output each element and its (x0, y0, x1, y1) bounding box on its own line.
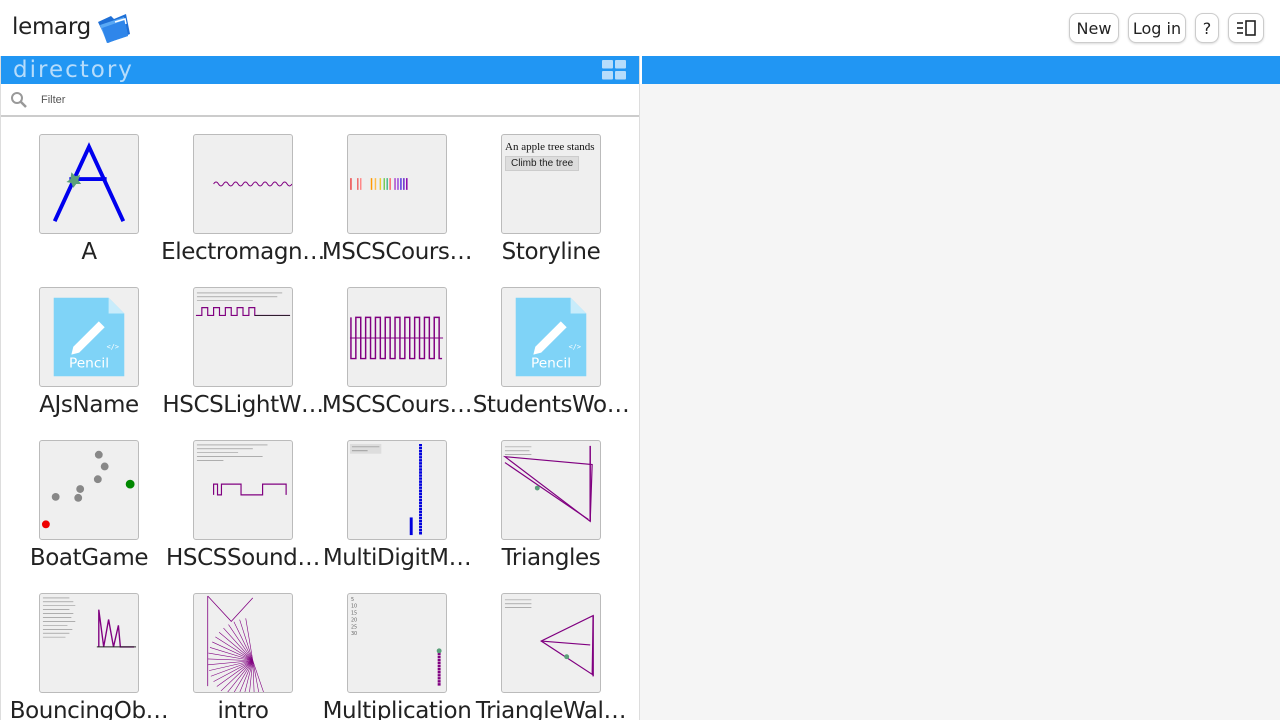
sidebar-layout-icon (1237, 20, 1256, 36)
program-name: BoatGame (29, 545, 149, 571)
search-icon (10, 91, 28, 109)
program-name: intro (217, 698, 269, 720)
program-tile[interactable]: A (1, 117, 155, 270)
svg-text:30: 30 (351, 631, 357, 637)
program-tile[interactable]: HSCSSound… (155, 423, 320, 576)
program-name: Multiplication (322, 698, 472, 720)
program-tile[interactable]: Electromagn… (155, 117, 325, 270)
program-tile[interactable]: BoatGame (1, 423, 155, 576)
program-thumbnail: 5 10 15 20 25 30 (347, 593, 447, 693)
program-tile[interactable]: TriangleWal… (463, 576, 627, 720)
top-bar: lemarg New Log in ? (0, 0, 1280, 56)
pencil-label: Pencil (69, 355, 109, 371)
program-tile[interactable]: </> Pencil AJsName (1, 270, 155, 423)
filter-input[interactable] (41, 91, 601, 109)
program-thumbnail: </> Pencil (39, 287, 139, 387)
svg-text:10: 10 (351, 604, 357, 610)
program-name: Triangles (501, 545, 601, 571)
program-thumbnail (39, 134, 139, 234)
svg-text:</>: </> (107, 343, 119, 351)
program-thumbnail (501, 440, 601, 540)
folder-logo-icon (94, 10, 132, 46)
program-tile[interactable]: Triangles (463, 423, 617, 576)
program-name: Storyline (501, 239, 601, 265)
directory-title: directory (13, 57, 134, 83)
program-thumbnail (39, 440, 139, 540)
directory-header: directory (1, 56, 639, 84)
program-thumbnail (501, 593, 601, 693)
program-name: Electromagn… (161, 239, 325, 265)
program-thumbnail (347, 440, 447, 540)
program-name: HSCSLightW… (162, 392, 324, 418)
login-button[interactable]: Log in (1128, 13, 1186, 43)
program-tile[interactable]: 5 10 15 20 25 30 Multiplication (309, 576, 472, 720)
svg-text:20: 20 (351, 617, 357, 623)
program-thumbnail: An apple tree stands Climb the tree (501, 134, 601, 234)
program-tile[interactable]: intro (155, 576, 309, 720)
program-thumbnail (193, 440, 293, 540)
output-panel (640, 56, 1280, 720)
program-tile[interactable]: HSCSLightW… (155, 270, 324, 423)
program-name: BouncingOb… (9, 698, 169, 720)
program-thumbnail (347, 287, 447, 387)
program-name: MSCSCours… (321, 239, 473, 265)
program-thumbnail: </> Pencil (501, 287, 601, 387)
program-thumbnail (39, 593, 139, 693)
program-name: AJsName (39, 392, 139, 418)
program-thumbnail (193, 134, 293, 234)
program-thumbnail (193, 593, 293, 693)
directory-panel: directory A (0, 56, 640, 720)
program-tile[interactable]: MSCSCours… (309, 270, 473, 423)
program-thumbnail (347, 134, 447, 234)
filter-bar (1, 84, 639, 117)
new-button[interactable]: New (1069, 13, 1119, 43)
pencil-file-icon: </> Pencil (53, 297, 125, 377)
program-name: TriangleWal… (475, 698, 627, 720)
program-tile[interactable]: An apple tree stands Climb the tree Stor… (463, 117, 617, 270)
program-name: StudentsWo… (472, 392, 630, 418)
program-name: MSCSCours… (321, 392, 473, 418)
pencil-label: Pencil (531, 355, 571, 371)
svg-text:15: 15 (351, 611, 357, 617)
program-tile[interactable]: BouncingOb… (1, 576, 169, 720)
program-thumbnail (193, 287, 293, 387)
program-name: HSCSSound… (166, 545, 320, 571)
app-title[interactable]: lemarg (12, 14, 91, 40)
program-name: MultiDigitM… (322, 545, 472, 571)
panel-toggle-button[interactable] (1228, 13, 1264, 43)
help-button[interactable]: ? (1195, 13, 1219, 43)
svg-text:5: 5 (351, 597, 354, 603)
program-name: A (81, 239, 97, 265)
program-tile[interactable]: MultiDigitM… (309, 423, 472, 576)
program-tile[interactable]: MSCSCours… (309, 117, 473, 270)
output-header (640, 56, 1280, 84)
grid-view-icon[interactable] (602, 60, 627, 80)
svg-text:25: 25 (351, 624, 357, 630)
preview-text: An apple tree stands (505, 141, 595, 153)
pencil-file-icon: </> Pencil (515, 297, 587, 377)
svg-text:</>: </> (569, 343, 581, 351)
program-tile[interactable]: </> Pencil StudentsWo… (463, 270, 630, 423)
preview-button: Climb the tree (505, 156, 580, 171)
